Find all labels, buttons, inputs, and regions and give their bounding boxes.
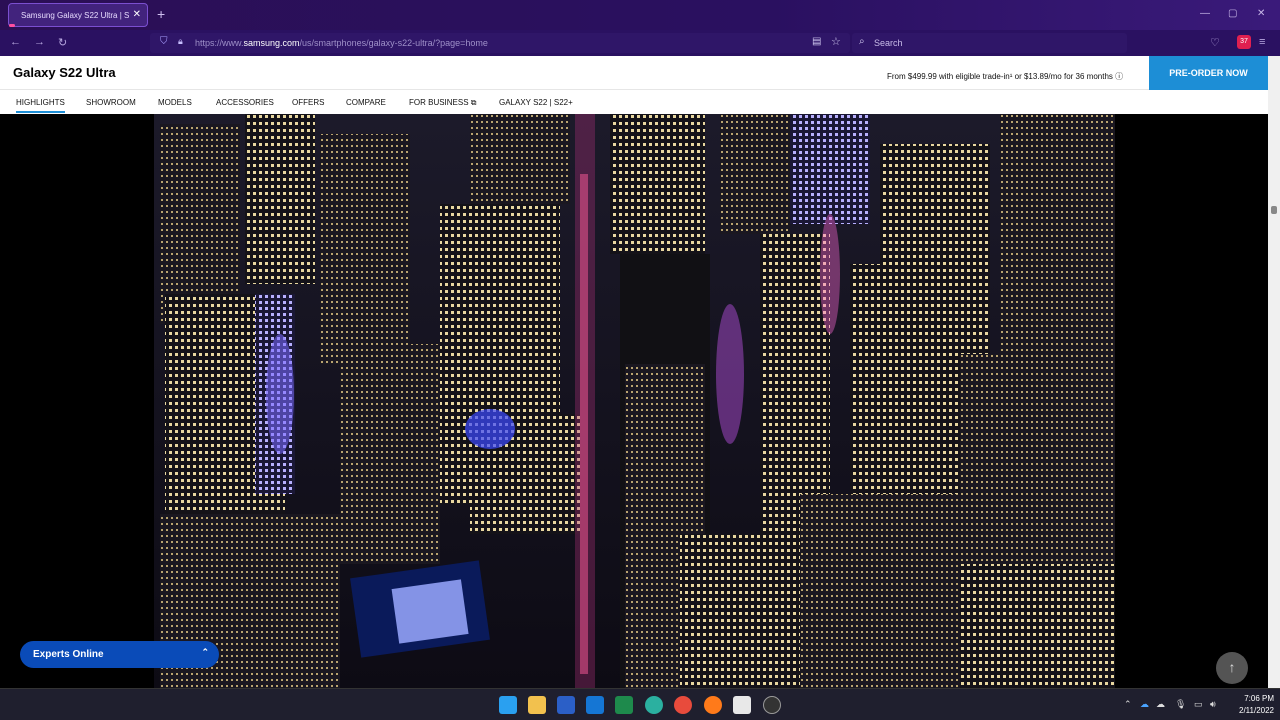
scroll-to-top-button[interactable]: ↑ xyxy=(1216,652,1248,684)
minimize-icon[interactable]: — xyxy=(1200,8,1210,19)
nav-galaxy-s22[interactable]: GALAXY S22 | S22+ xyxy=(499,98,573,107)
nav-for-business[interactable]: FOR BUSINESS ⧉ xyxy=(409,98,477,108)
browser-toolbar: ← → ↻ ⛉ 🔒︎ https://www.samsung.com/us/sm… xyxy=(0,30,1280,56)
promo-text: From $499.99 with eligible trade-in¹ or … xyxy=(887,72,1124,81)
bookmark-star-icon[interactable]: ☆ xyxy=(831,35,841,48)
experts-online-chat[interactable]: Experts Online ⌃ xyxy=(20,641,219,668)
nav-offers[interactable]: OFFERS xyxy=(292,98,324,107)
site-header: Galaxy S22 Ultra From $499.99 with eligi… xyxy=(0,56,1268,90)
chevron-up-icon[interactable]: ⌃ xyxy=(201,647,209,658)
product-title: Galaxy S22 Ultra xyxy=(13,65,116,80)
new-tab-icon[interactable]: + xyxy=(157,6,165,22)
tray-chevron-icon[interactable]: ⌃ xyxy=(1124,699,1132,710)
scrollbar-thumb[interactable] xyxy=(1271,206,1277,214)
menu-icon[interactable]: ≡ xyxy=(1259,36,1265,48)
chrome-icon[interactable] xyxy=(674,696,692,714)
hero-image xyxy=(154,114,1115,688)
start-icon[interactable] xyxy=(499,696,517,714)
browser-tab-strip: Samsung Galaxy S22 Ultra | Sa ✕ + — ▢ ✕ xyxy=(0,0,1280,30)
tab-title: Samsung Galaxy S22 Ultra | Sa xyxy=(21,10,129,20)
nav-showroom[interactable]: SHOWROOM xyxy=(86,98,136,107)
nav-compare[interactable]: COMPARE xyxy=(346,98,386,107)
obs-icon[interactable] xyxy=(763,696,781,714)
maximize-icon[interactable]: ▢ xyxy=(1228,8,1237,19)
nav-models[interactable]: MODELS xyxy=(158,98,192,107)
taskbar-clock[interactable]: 7:06 PM 2/11/2022 xyxy=(1228,693,1274,717)
onedrive-icon[interactable]: ☁ xyxy=(1140,699,1149,710)
url-text[interactable]: https://www.samsung.com/us/smartphones/g… xyxy=(195,38,488,48)
excel-icon[interactable] xyxy=(615,696,633,714)
nav-highlights[interactable]: HIGHLIGHTS xyxy=(16,98,65,113)
reload-icon[interactable]: ↻ xyxy=(58,36,67,49)
forward-icon[interactable]: → xyxy=(34,36,45,48)
microphone-icon[interactable]: 🎙︎ xyxy=(1175,699,1186,710)
shield-icon[interactable]: ⛉ xyxy=(160,36,168,47)
lock-icon[interactable]: 🔒︎ xyxy=(178,36,183,47)
firefox-icon[interactable] xyxy=(704,696,722,714)
volume-icon[interactable]: 🔊︎ xyxy=(1210,699,1216,710)
close-tab-icon[interactable]: ✕ xyxy=(133,9,141,20)
word-icon[interactable] xyxy=(557,696,575,714)
back-icon[interactable]: ← xyxy=(10,36,21,48)
edge-icon[interactable] xyxy=(645,696,663,714)
clock-date: 2/11/2022 xyxy=(1239,706,1274,715)
reader-view-icon[interactable]: ▤ xyxy=(812,36,821,47)
info-icon[interactable]: ⓘ xyxy=(1115,72,1123,81)
pre-order-button[interactable]: PRE-ORDER NOW xyxy=(1149,56,1268,90)
search-bar[interactable]: ⌕ Search xyxy=(852,33,1127,53)
onedrive-personal-icon[interactable]: ☁ xyxy=(1156,699,1165,710)
windows-taskbar: ⌃ ☁ ☁ 🎙︎ ▭ 🔊︎ 7:06 PM 2/11/2022 xyxy=(0,688,1280,720)
url-bar[interactable]: ⛉ 🔒︎ https://www.samsung.com/us/smartpho… xyxy=(150,33,850,53)
page-scrollbar[interactable] xyxy=(1268,56,1280,688)
outlook-icon[interactable] xyxy=(586,696,604,714)
tab-accent xyxy=(9,24,15,27)
search-icon: ⌕ xyxy=(859,36,865,47)
search-placeholder: Search xyxy=(874,38,903,48)
extension-badge[interactable]: 37 xyxy=(1237,35,1251,49)
close-window-icon[interactable]: ✕ xyxy=(1257,8,1265,19)
browser-tab[interactable]: Samsung Galaxy S22 Ultra | Sa ✕ xyxy=(8,3,148,27)
hero-section xyxy=(0,114,1268,688)
snip-tool-icon[interactable] xyxy=(733,696,751,714)
chat-label: Experts Online xyxy=(33,649,104,660)
display-icon[interactable]: ▭ xyxy=(1194,699,1203,710)
clock-time: 7:06 PM xyxy=(1244,694,1274,703)
pocket-icon[interactable]: ♡ xyxy=(1210,36,1220,49)
file-explorer-icon[interactable] xyxy=(528,696,546,714)
nav-accessories[interactable]: ACCESSORIES xyxy=(216,98,274,107)
product-nav: HIGHLIGHTS SHOWROOM MODELS ACCESSORIES O… xyxy=(0,90,1268,114)
